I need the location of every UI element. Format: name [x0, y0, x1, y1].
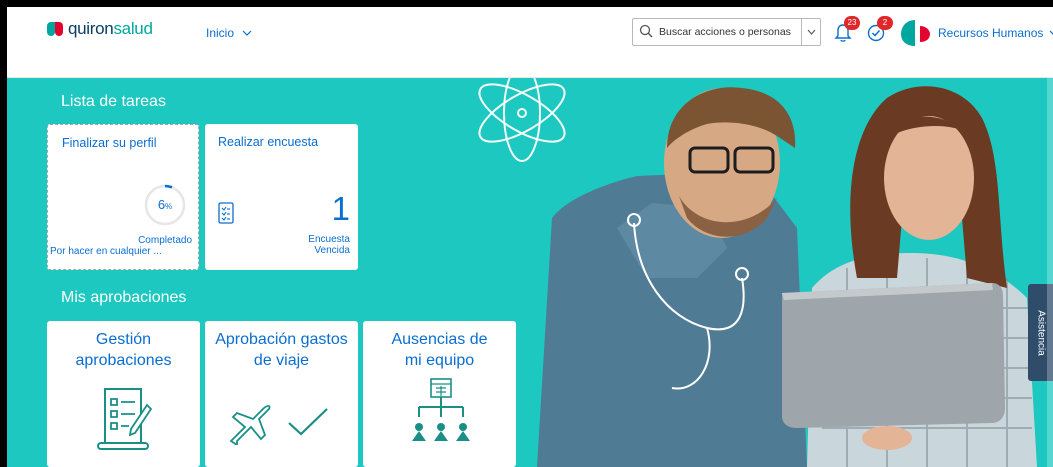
- tile-complete-profile[interactable]: Finalizar su perfil 6% Completado Por ha…: [47, 124, 199, 270]
- chevron-down-icon: [1049, 30, 1053, 35]
- search-field[interactable]: Buscar acciones o personas: [632, 18, 821, 46]
- tile-title: Gestión aprobaciones: [75, 331, 172, 369]
- search-icon[interactable]: [633, 24, 659, 41]
- company-logo[interactable]: quironsalud: [47, 19, 153, 39]
- search-scope-dropdown[interactable]: [801, 19, 820, 45]
- tile-title: Realizar encuesta: [218, 135, 319, 149]
- approvals-button[interactable]: 2: [865, 16, 893, 45]
- chevron-down-icon: [242, 30, 252, 36]
- tile-travel-expense-approval[interactable]: Aprobación gastos de viaje: [205, 321, 358, 467]
- team-calendar-icon: [412, 378, 470, 441]
- user-menu[interactable]: Recursos Humanos: [938, 26, 1053, 40]
- logo-text: quironsalud: [68, 19, 153, 38]
- user-label: Recursos Humanos: [938, 26, 1044, 40]
- app-window: quironsalud Inicio Buscar acciones o per…: [7, 7, 1053, 467]
- document-edit-icon: [97, 388, 153, 450]
- nav-label: Inicio: [206, 26, 235, 40]
- progress-value: 6%: [157, 197, 173, 212]
- home-nav-menu[interactable]: Inicio: [206, 26, 252, 40]
- brand-avatar-icon[interactable]: [900, 18, 934, 48]
- notifications-badge: 23: [844, 16, 860, 30]
- tile-subtitle: Por hacer en cualquier ...: [50, 246, 162, 257]
- tile-manage-approvals[interactable]: Gestión aprobaciones: [47, 321, 200, 467]
- progress-status: Completado: [138, 235, 192, 246]
- approvals-badge: 2: [877, 16, 893, 30]
- home-hero: Lista de tareas Finalizar su perfil 6% C…: [7, 78, 1053, 467]
- tile-team-absences[interactable]: Ausencias de mi equipo: [363, 321, 516, 467]
- survey-status: Encuesta Vencida: [308, 234, 350, 256]
- checkmark-icon: [288, 408, 328, 436]
- survey-list-icon: [218, 202, 234, 224]
- tile-title: Aprobación gastos de viaje: [215, 331, 348, 369]
- tasks-section-title: Lista de tareas: [61, 93, 166, 110]
- tile-title: Ausencias de mi equipo: [391, 331, 488, 369]
- tile-take-survey[interactable]: Realizar encuesta 1 Encuesta Vencida: [205, 124, 358, 270]
- chevron-down-icon: [807, 29, 815, 35]
- shell-header: quironsalud Inicio Buscar acciones o per…: [7, 7, 1053, 78]
- survey-count: 1: [331, 190, 350, 227]
- tile-title: Finalizar su perfil: [62, 136, 157, 150]
- scrollbar[interactable]: [1047, 78, 1053, 467]
- notifications-button[interactable]: 23: [832, 16, 860, 45]
- airplane-icon: [229, 405, 271, 445]
- approvals-section-title: Mis aprobaciones: [61, 289, 187, 306]
- assistance-label: Asistencia: [1035, 309, 1046, 356]
- logo-mark-icon: [47, 20, 67, 38]
- search-input[interactable]: Buscar acciones o personas: [659, 26, 801, 38]
